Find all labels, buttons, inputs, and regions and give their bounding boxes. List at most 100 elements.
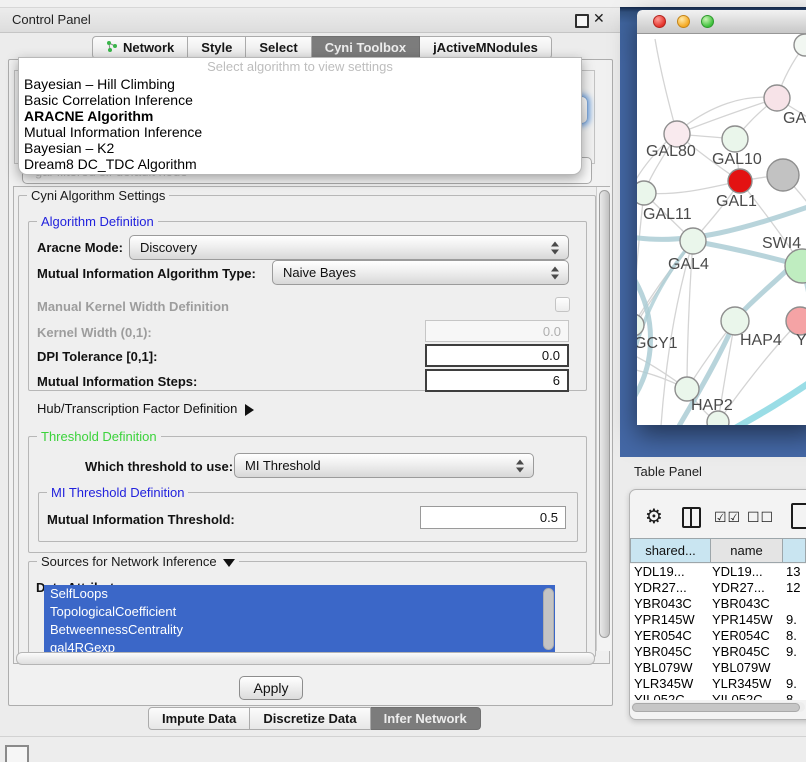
hub-definition-label: Hub/Transcription Factor Definition	[37, 401, 237, 416]
dropdown-item-bayesian-k2[interactable]: Bayesian – K2	[19, 140, 581, 156]
node-label-gal10: GAL10	[712, 151, 762, 168]
attribute-item-betweennesscentrality[interactable]: BetweennessCentrality	[44, 621, 555, 639]
node-label-gal4: GAL4	[668, 256, 709, 273]
tab-label: Style	[201, 40, 232, 55]
node-salmon[interactable]	[786, 307, 806, 335]
table-row[interactable]: YBR043CYBR043C	[630, 596, 806, 612]
window-close-icon[interactable]	[653, 15, 666, 28]
table-row[interactable]: YBL079WYBL079W	[630, 660, 806, 676]
settings-vscrollbar[interactable]	[596, 187, 611, 651]
which-threshold-combo[interactable]: MI Threshold	[234, 453, 534, 478]
float-window-icon[interactable]	[575, 14, 589, 28]
collapse-down-icon[interactable]	[223, 559, 235, 567]
tab-label: Discretize Data	[263, 711, 356, 726]
control-panel-header: Control Panel ✕	[0, 8, 620, 33]
close-icon[interactable]: ✕	[593, 10, 605, 27]
node-swi4[interactable]	[785, 249, 806, 283]
tab-label: jActiveMNodules	[433, 40, 538, 55]
dpi-tolerance-input[interactable]: 0.0	[425, 344, 569, 367]
network-graph: GALGAL80GAL10GAL1GAL11SWI4GAL4GCY1HAP4YH…	[637, 34, 806, 425]
table-hscrollbar[interactable]	[631, 702, 805, 712]
group-title: Threshold Definition	[37, 429, 161, 444]
kernel-width-input: 0.0	[425, 320, 569, 342]
split-columns-icon[interactable]	[682, 507, 701, 528]
which-threshold-label: Which threshold to use:	[85, 459, 233, 474]
table-cell: YER054C	[712, 628, 782, 644]
dropdown-item-aracne-algorithm[interactable]: ARACNE Algorithm	[19, 108, 581, 124]
node-gray[interactable]	[767, 159, 799, 191]
attribute-item-selfloops[interactable]: SelfLoops	[44, 585, 555, 603]
table-cell: YLR345W	[634, 676, 710, 692]
tab-select[interactable]: Select	[246, 36, 311, 59]
expand-right-icon[interactable]	[245, 404, 254, 416]
minimized-panel-button[interactable]	[5, 745, 29, 762]
node-gal10[interactable]	[722, 126, 748, 152]
node-gal4[interactable]	[680, 228, 706, 254]
manual-kernel-label: Manual Kernel Width Definition	[37, 299, 229, 314]
table-cell: YBR043C	[712, 596, 782, 612]
table-row[interactable]: YDL19...YDL19...13	[630, 564, 806, 580]
table-row[interactable]: YER054CYER054C8.	[630, 628, 806, 644]
node-gcy1[interactable]	[637, 314, 644, 336]
node-partial-top[interactable]	[794, 34, 806, 56]
mi-steps-input[interactable]: 6	[425, 369, 569, 392]
table-cell: 13	[786, 564, 806, 580]
mi-threshold-input[interactable]: 0.5	[420, 506, 566, 529]
node-label-y: Y	[796, 332, 806, 349]
tab-jactivemnodules[interactable]: jActiveMNodules	[420, 36, 552, 59]
mi-type-combo[interactable]: Naive Bayes	[272, 260, 569, 285]
group-title: MI Threshold Definition	[47, 485, 188, 500]
dropdown-item-mutual-information-inference[interactable]: Mutual Information Inference	[19, 124, 581, 140]
aracne-mode-label: Aracne Mode:	[37, 240, 123, 255]
network-canvas[interactable]: GALGAL80GAL10GAL1GAL11SWI4GAL4GCY1HAP4YH…	[637, 34, 806, 425]
data-attributes-list: SelfLoopsTopologicalCoefficientBetweenne…	[44, 585, 555, 652]
aracne-mode-combo[interactable]: Discovery	[129, 235, 569, 260]
node-hap4[interactable]	[721, 307, 749, 335]
column-header-name[interactable]: name	[710, 538, 783, 563]
table-cell: YLR345W	[712, 676, 782, 692]
window-minimize-icon[interactable]	[677, 15, 690, 28]
tab-impute-data[interactable]: Impute Data	[148, 707, 250, 730]
table-cell: 9.	[786, 676, 806, 692]
table-cell: YBL079W	[712, 660, 782, 676]
dropdown-item-bayesian-hill-climbing[interactable]: Bayesian – Hill Climbing	[19, 76, 581, 92]
dropdown-item-dream8-dc-tdc-algorithm[interactable]: Dream8 DC_TDC Algorithm	[19, 156, 581, 172]
group-title: Cyni Algorithm Settings	[27, 188, 169, 203]
column-header-partial[interactable]	[782, 538, 806, 563]
tab-network[interactable]: Network	[92, 36, 188, 59]
settings-hscrollbar[interactable]	[16, 652, 595, 665]
tab-infer-network[interactable]: Infer Network	[371, 707, 481, 730]
table-cell: YIL052C	[634, 692, 710, 700]
table-row[interactable]: YDR27...YDR27...12	[630, 580, 806, 596]
window-zoom-icon[interactable]	[701, 15, 714, 28]
apply-button[interactable]: Apply	[239, 676, 303, 700]
table-row[interactable]: YBR045CYBR045C9.	[630, 644, 806, 660]
manual-kernel-checkbox	[555, 297, 570, 312]
column-header-shared[interactable]: shared...	[630, 538, 711, 563]
node-gal1[interactable]	[728, 169, 752, 193]
document-icon[interactable]	[791, 503, 806, 529]
gear-icon[interactable]: ⚙	[645, 504, 663, 529]
tab-discretize-data[interactable]: Discretize Data	[250, 707, 370, 730]
network-window-titlebar[interactable]	[637, 10, 806, 34]
checked-columns-icon[interactable]: ☑☑	[714, 509, 741, 526]
tab-cyni-toolbox[interactable]: Cyni Toolbox	[312, 36, 420, 59]
attribute-item-topologicalcoefficient[interactable]: TopologicalCoefficient	[44, 603, 555, 621]
attribute-item-gal4rgexp[interactable]: gal4RGexp	[44, 639, 555, 652]
group-title: Algorithm Definition	[37, 214, 158, 229]
hub-definition-toggle[interactable]: Hub/Transcription Factor Definition	[37, 401, 254, 416]
dropdown-item-basic-correlation-inference[interactable]: Basic Correlation Inference	[19, 92, 581, 108]
node-gal11[interactable]	[637, 181, 656, 205]
tab-style[interactable]: Style	[188, 36, 246, 59]
table-row[interactable]: YLR345WYLR345W9.	[630, 676, 806, 692]
node-pink-top[interactable]	[764, 85, 790, 111]
attribute-list-scrollbar[interactable]	[543, 588, 554, 650]
table-row[interactable]: YIL052CYIL052C8	[630, 692, 806, 700]
node-label-gal1: GAL1	[716, 193, 757, 210]
algorithm-dropdown-popup: Select algorithm to view settings Bayesi…	[18, 57, 582, 175]
table-row[interactable]: YPR145WYPR145W9.	[630, 612, 806, 628]
node-label-hap4: HAP4	[740, 332, 782, 349]
mi-type-label: Mutual Information Algorithm Type:	[37, 266, 256, 281]
unchecked-columns-icon[interactable]: ☐☐	[747, 509, 774, 526]
table-panel-title: Table Panel	[634, 464, 702, 479]
